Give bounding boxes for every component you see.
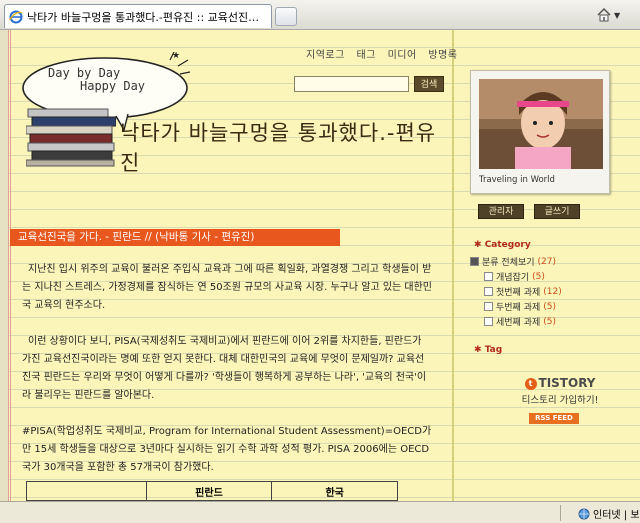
new-tab-button[interactable] (275, 7, 297, 26)
category-item-all[interactable]: 분류 전체보기 (27) (470, 254, 562, 269)
nav-guestbook[interactable]: 방명록 (428, 50, 457, 61)
browser-tab[interactable]: 낙타가 바늘구멍을 통과했다.-편유진 :: 교육선진… (4, 4, 272, 28)
category-item-task1[interactable]: 첫번째 과제 (12) (470, 284, 562, 299)
bullet-icon: ✱ (474, 345, 482, 355)
tistory-join-link[interactable]: 티스토리 가입하기! (516, 392, 604, 406)
tag-header: ✱ Tag (474, 345, 503, 355)
admin-button[interactable]: 관리자 (478, 204, 524, 219)
browser-tabbar: 낙타가 바늘구멍을 통과했다.-편유진 :: 교육선진… ▼ (0, 0, 640, 30)
search-button[interactable]: 검색 (414, 76, 444, 92)
post-body: 지난친 입시 위주의 교육이 불러온 주입식 교육과 그에 따른 획일화, 과열… (22, 261, 432, 495)
folder-icon (484, 287, 493, 296)
table-header-finland: 핀란드 (145, 481, 273, 501)
tistory-badge[interactable]: t TISTORY 티스토리 가입하기! (516, 376, 604, 406)
folder-icon (484, 302, 493, 311)
globe-icon (578, 508, 590, 519)
folder-icon (470, 257, 479, 266)
top-nav: 지역로그 태그 미디어 방명록 (306, 46, 466, 61)
bubble-line2: Happy Day (80, 79, 146, 93)
status-separator (560, 505, 561, 521)
folder-icon (484, 317, 493, 326)
post-paragraph-1: 지난친 입시 위주의 교육이 불러온 주입식 교육과 그에 따른 획일화, 과열… (22, 264, 433, 311)
category-item-task3[interactable]: 세번째 과제 (5) (470, 314, 562, 329)
write-button[interactable]: 글쓰기 (534, 204, 580, 219)
folder-icon (484, 272, 493, 281)
nav-tag[interactable]: 태그 (357, 50, 376, 61)
nav-media[interactable]: 미디어 (388, 50, 417, 61)
post-paragraph-3: #PISA(학업성취도 국제비교, Program for Internatio… (22, 426, 432, 473)
profile-photo-frame: Traveling in World (470, 70, 610, 194)
category-item-task2[interactable]: 두번째 과제 (5) (470, 299, 562, 314)
home-button[interactable]: ▼ (596, 4, 636, 26)
table-header-korea: 한국 (271, 481, 398, 501)
nav-location-log[interactable]: 지역로그 (306, 50, 345, 61)
photo-caption: Traveling in World (479, 175, 555, 185)
table-header-empty (26, 481, 147, 501)
chevron-down-icon: ▼ (614, 10, 621, 20)
category-item-concepts[interactable]: 개념잡기 (5) (470, 269, 562, 284)
profile-photo (479, 79, 603, 169)
books-icon (26, 108, 116, 167)
comparison-table: 핀란드 한국 (26, 481, 398, 501)
home-icon (597, 7, 611, 22)
margin-line (8, 30, 11, 501)
post-title[interactable]: 교육선진국을 가다. - 핀란드 // (낙바통 기사 - 편유진) (10, 229, 340, 246)
rss-feed-button[interactable]: RSS FEED (529, 413, 579, 424)
status-bar: 인터넷 | 보 (0, 501, 640, 523)
tab-title: 낙타가 바늘구멍을 통과했다.-편유진 :: 교육선진… (27, 10, 260, 24)
category-header: ✱ Category (474, 240, 531, 250)
bullet-icon: ✱ (474, 240, 482, 250)
tistory-logo-icon: t (524, 377, 537, 390)
search-input[interactable] (294, 76, 409, 92)
security-zone[interactable]: 인터넷 | 보 (578, 506, 640, 521)
svg-text:★: ★ (172, 52, 180, 61)
bubble-line1: Day by Day (48, 66, 121, 80)
blog-title[interactable]: 낙타가 바늘구멍을 통과했다.-편유진 (120, 118, 440, 178)
tistory-logo: t TISTORY (516, 376, 604, 390)
post-paragraph-2: 이런 상황이다 보니, PISA(국제성취도 국제비교)에서 핀란드에 이어 2… (22, 336, 427, 401)
category-list: 분류 전체보기 (27) 개념잡기 (5) 첫번째 과제 (12) 두번째 과제… (470, 254, 562, 329)
ie-logo-icon (9, 10, 23, 23)
